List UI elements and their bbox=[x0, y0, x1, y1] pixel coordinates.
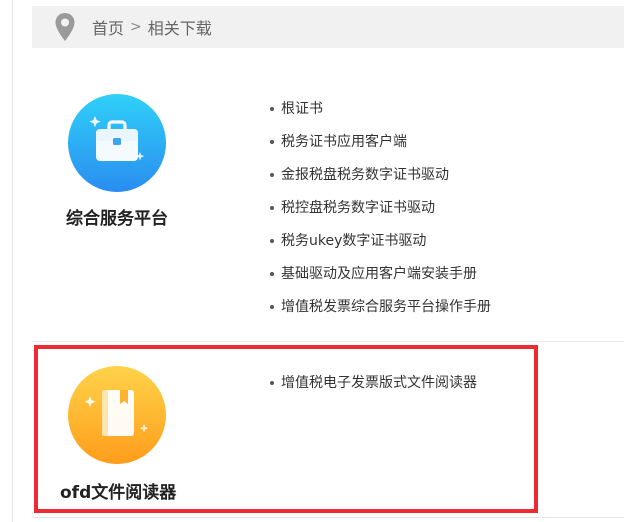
download-link[interactable]: 增值税电子发票版式文件阅读器 bbox=[281, 372, 477, 394]
location-pin-icon bbox=[55, 13, 75, 41]
list-item: 税控盘税务数字证书驱动 bbox=[270, 197, 491, 230]
list-item: 增值税电子发票版式文件阅读器 bbox=[270, 372, 477, 405]
section-ofd-reader: ofd文件阅读器 增值税电子发票版式文件阅读器 bbox=[32, 342, 624, 512]
briefcase-icon bbox=[68, 94, 166, 192]
breadcrumb: 首页 > 相关下载 bbox=[32, 6, 624, 48]
download-list: 增值税电子发票版式文件阅读器 bbox=[270, 372, 477, 405]
bottom-divider bbox=[32, 517, 624, 518]
bullet-icon bbox=[270, 206, 274, 210]
download-link[interactable]: 税务ukey数字证书驱动 bbox=[281, 230, 426, 252]
breadcrumb-home-link[interactable]: 首页 bbox=[92, 15, 124, 39]
download-link[interactable]: 税控盘税务数字证书驱动 bbox=[281, 197, 435, 219]
list-item: 增值税发票综合服务平台操作手册 bbox=[270, 296, 491, 329]
bullet-icon bbox=[270, 381, 274, 385]
downloads-page: 首页 > 相关下载 综合服务平台 根证书 税务证书应用客户端 金报税盘税务数字证… bbox=[0, 0, 624, 522]
list-item: 税务ukey数字证书驱动 bbox=[270, 230, 491, 263]
download-link[interactable]: 税务证书应用客户端 bbox=[281, 131, 407, 153]
breadcrumb-current: 相关下载 bbox=[147, 19, 212, 38]
bullet-icon bbox=[270, 173, 274, 177]
bullet-icon bbox=[270, 140, 274, 144]
section-service-platform: 综合服务平台 根证书 税务证书应用客户端 金报税盘税务数字证书驱动 税控盘税务数… bbox=[32, 84, 624, 342]
section-title: 综合服务平台 bbox=[66, 209, 168, 229]
download-link[interactable]: 金报税盘税务数字证书驱动 bbox=[281, 164, 449, 186]
download-link[interactable]: 增值税发票综合服务平台操作手册 bbox=[281, 296, 491, 318]
bullet-icon bbox=[270, 239, 274, 243]
section-title: ofd文件阅读器 bbox=[60, 483, 177, 503]
download-link[interactable]: 根证书 bbox=[281, 98, 323, 120]
list-item: 根证书 bbox=[270, 98, 491, 131]
breadcrumb-separator: > bbox=[130, 19, 142, 35]
download-link[interactable]: 基础驱动及应用客户端安装手册 bbox=[281, 263, 477, 285]
bullet-icon bbox=[270, 305, 274, 309]
list-item: 税务证书应用客户端 bbox=[270, 131, 491, 164]
list-item: 金报税盘税务数字证书驱动 bbox=[270, 164, 491, 197]
download-list: 根证书 税务证书应用客户端 金报税盘税务数字证书驱动 税控盘税务数字证书驱动 税… bbox=[270, 98, 491, 329]
left-divider bbox=[12, 0, 13, 522]
book-icon bbox=[68, 366, 166, 464]
bullet-icon bbox=[270, 272, 274, 276]
bullet-icon bbox=[270, 107, 274, 111]
list-item: 基础驱动及应用客户端安装手册 bbox=[270, 263, 491, 296]
